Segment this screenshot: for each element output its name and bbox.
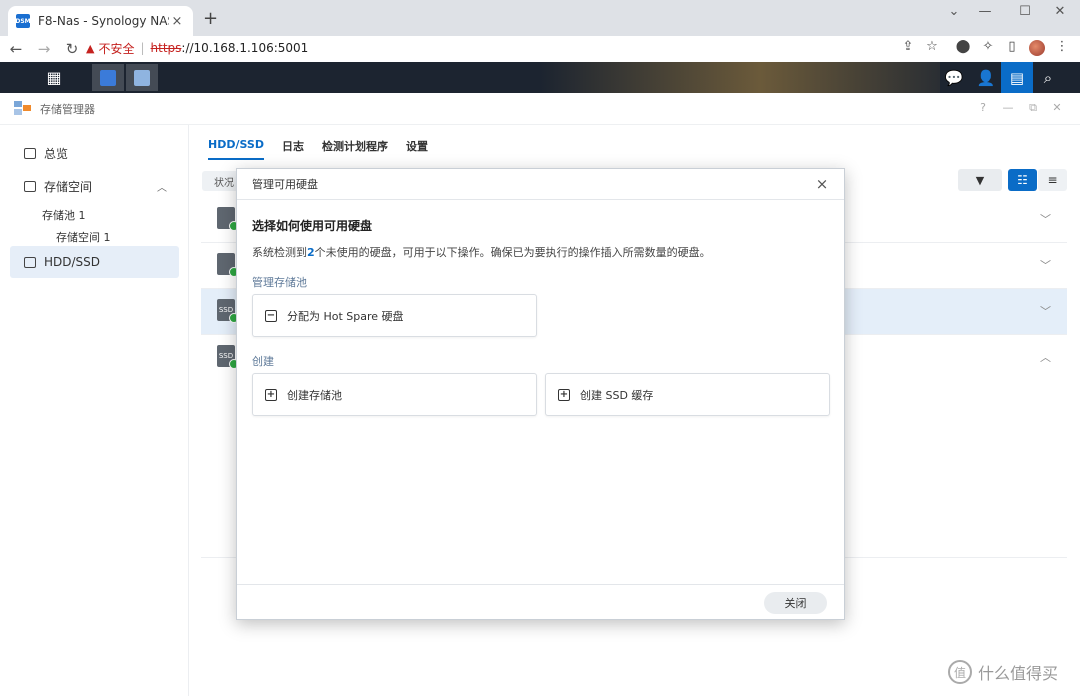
filter-icon: ▼: [975, 173, 985, 187]
help-icon[interactable]: ?: [972, 101, 994, 114]
star-icon[interactable]: ☆: [921, 39, 943, 59]
create-ssd-cache-button[interactable]: + 创建 SSD 缓存: [545, 373, 830, 416]
sidebar-item-label: 存储空间: [44, 179, 93, 194]
dialog-title: 管理可用硬盘: [252, 178, 318, 191]
app-minimize-button[interactable]: —: [997, 101, 1019, 114]
chevron-up-icon[interactable]: ︿: [157, 179, 167, 194]
option-label: 创建存储池: [287, 388, 342, 402]
watermark-logo-icon: 值: [948, 660, 972, 684]
browser-tab-bar: DSM F8-Nas - Synology NAS × + ⌄ — ☐ ✕: [0, 0, 1080, 36]
minus-box-icon: −: [265, 309, 277, 322]
chevron-down-icon[interactable]: ﹀: [1040, 211, 1051, 227]
tab-settings[interactable]: 设置: [406, 138, 428, 160]
storage-manager-logo-icon: [14, 100, 32, 117]
desc-suffix: 个未使用的硬盘，可用于以下操作。确保已为要执行的操作插入所需数量的硬盘。: [314, 246, 711, 259]
chevron-down-icon[interactable]: ﹀: [1040, 257, 1051, 273]
content-tabs: HDD/SSD 日志 检测计划程序 设置: [208, 138, 446, 160]
chevron-up-icon[interactable]: ︿: [1040, 349, 1051, 365]
list-detail-icon: ☷: [1017, 173, 1028, 187]
desc-prefix: 系统检测到: [252, 246, 307, 259]
dialog-close-icon[interactable]: ×: [814, 175, 830, 193]
unused-disk-count: 2: [307, 246, 315, 259]
reload-icon[interactable]: ↻: [60, 40, 84, 58]
puzzle-icon[interactable]: ✧: [977, 39, 999, 59]
section-create: 创建: [252, 355, 274, 368]
app-title: 存储管理器: [40, 102, 95, 116]
sidebar-item-label: HDD/SSD: [44, 255, 101, 269]
section-manage-pool: 管理存储池: [252, 276, 307, 289]
main-menu-button[interactable]: ▦: [38, 64, 70, 91]
storage-icon: [24, 180, 36, 192]
tab-hdd-ssd[interactable]: HDD/SSD: [208, 138, 264, 160]
list-icon: ≡: [1047, 173, 1058, 187]
tab-search-icon[interactable]: ⌄: [939, 4, 969, 19]
watermark-text: 什么值得买: [978, 664, 1059, 683]
app-restore-button[interactable]: ⧉: [1022, 101, 1044, 115]
widget-icon[interactable]: ▤: [1001, 62, 1033, 93]
plus-box-icon: +: [265, 388, 277, 401]
app-window-icon: [100, 69, 116, 86]
back-icon[interactable]: ←: [4, 40, 28, 58]
side-panel-icon[interactable]: ▯: [1001, 39, 1023, 59]
dialog-heading: 选择如何使用可用硬盘: [252, 219, 373, 233]
filter-button[interactable]: ▼: [958, 169, 1002, 191]
sidebar-item-label: 总览: [44, 146, 69, 161]
detail-view-button[interactable]: ☷: [1008, 169, 1037, 191]
watermark: 值 什么值得买: [948, 660, 1058, 684]
menu-icon[interactable]: ⋮: [1051, 39, 1073, 59]
dialog-close-button[interactable]: 关闭: [764, 592, 827, 614]
taskbar-storage-manager[interactable]: [126, 64, 158, 91]
tab-test-schedule[interactable]: 检测计划程序: [322, 138, 388, 160]
tab-title: F8-Nas - Synology NAS: [38, 14, 169, 28]
security-label[interactable]: 不安全: [98, 40, 134, 57]
dialog-footer-divider: [237, 584, 844, 585]
assign-hot-spare-button[interactable]: − 分配为 Hot Spare 硬盘: [252, 294, 537, 337]
sidebar-item-volume[interactable]: 存储空间 1: [56, 229, 111, 245]
share-icon[interactable]: ⇪: [897, 39, 919, 59]
window-close-button[interactable]: ✕: [1045, 4, 1075, 19]
search-icon[interactable]: ⌕: [1032, 62, 1064, 93]
profile-avatar[interactable]: [1029, 40, 1045, 56]
warning-icon: ▲: [86, 41, 95, 55]
list-view-button[interactable]: ≡: [1038, 169, 1067, 191]
window-maximize-button[interactable]: ☐: [1010, 4, 1040, 19]
forward-icon[interactable]: →: [32, 40, 56, 58]
window-minimize-button[interactable]: —: [970, 4, 1000, 19]
extension-circle-icon[interactable]: ⬤: [952, 39, 974, 59]
sidebar-item-overview[interactable]: 总览: [10, 137, 179, 169]
chevron-down-icon[interactable]: ﹀: [1040, 303, 1051, 319]
sidebar-item-hdd[interactable]: HDD/SSD: [10, 246, 179, 278]
sidebar-item-storage[interactable]: 存储空间 ︿: [10, 170, 179, 202]
desktop-wallpaper: [540, 62, 940, 93]
plus-box-icon: +: [558, 388, 570, 401]
dsm-favicon-icon: DSM: [15, 14, 31, 28]
address-bar[interactable]: ▲ 不安全 | https ://10.168.1.106:5001: [86, 37, 946, 59]
option-label: 分配为 Hot Spare 硬盘: [287, 309, 404, 323]
dialog-header: 管理可用硬盘: [237, 169, 844, 200]
sidebar: 总览 存储空间 ︿ 存储池 1 存储空间 1 HDD/SSD: [0, 125, 189, 696]
app-close-button[interactable]: ✕: [1046, 101, 1068, 114]
url-scheme: https: [150, 41, 182, 55]
new-tab-button[interactable]: +: [203, 10, 218, 28]
storage-manager-icon: [134, 69, 150, 86]
option-label: 创建 SSD 缓存: [580, 388, 654, 402]
manage-disks-dialog: 管理可用硬盘 × 选择如何使用可用硬盘 系统检测到2个未使用的硬盘，可用于以下操…: [236, 168, 845, 620]
grid-icon: ▦: [46, 68, 62, 87]
address-separator: |: [140, 41, 145, 55]
dialog-description: 系统检测到2个未使用的硬盘，可用于以下操作。确保已为要执行的操作插入所需数量的硬…: [252, 244, 711, 260]
browser-toolbar: ← → ↻ ▲ 不安全 | https ://10.168.1.106:5001…: [0, 36, 1080, 62]
browser-tab[interactable]: DSM F8-Nas - Synology NAS ×: [8, 6, 193, 36]
taskbar-app-1[interactable]: [92, 64, 124, 91]
create-pool-button[interactable]: + 创建存储池: [252, 373, 537, 416]
dsm-taskbar: ▦ 💬 👤 ▤ ⌕: [0, 62, 1080, 93]
sidebar-item-pool[interactable]: 存储池 1: [42, 207, 86, 223]
notification-icon[interactable]: 💬: [938, 62, 970, 93]
tab-close-icon[interactable]: ×: [169, 14, 185, 29]
app-titlebar: 存储管理器: [0, 93, 1080, 125]
user-icon[interactable]: 👤: [970, 62, 1002, 93]
overview-icon: [24, 147, 36, 159]
tab-log[interactable]: 日志: [282, 138, 304, 160]
hdd-icon: [24, 256, 36, 268]
url-host: ://10.168.1.106:5001: [181, 41, 309, 55]
